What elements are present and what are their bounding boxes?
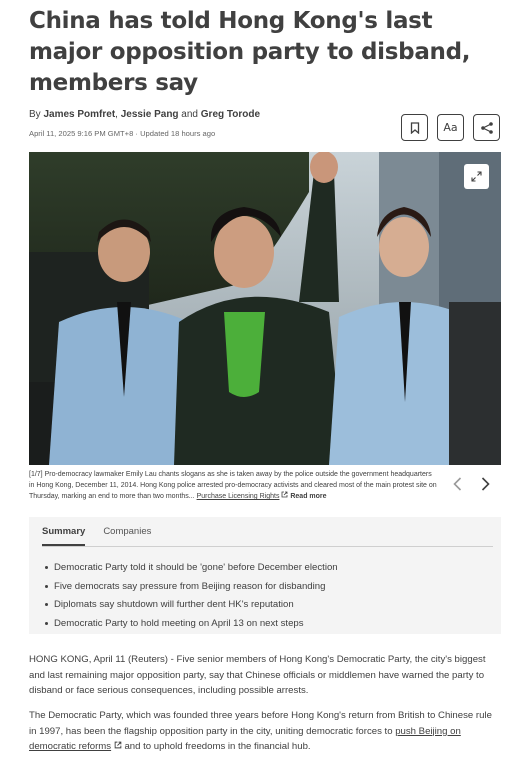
article-paragraph: The Democratic Party, which was founded …: [29, 710, 492, 753]
share-button[interactable]: [473, 114, 500, 141]
protest-photo: [29, 152, 501, 465]
text-size-button[interactable]: Aa: [437, 114, 464, 141]
article-paragraph: HONG KONG, April 11 (Reuters) - Five sen…: [29, 654, 486, 697]
summary-item: Diplomats say shutdown will further dent…: [45, 595, 338, 614]
licensing-link[interactable]: Purchase Licensing Rights: [197, 493, 280, 500]
photo-caption: [1/7] Pro-democracy lawmaker Emily Lau c…: [29, 471, 437, 500]
tab-companies[interactable]: Companies: [103, 526, 151, 546]
expand-button[interactable]: [464, 164, 489, 189]
text-size-label: Aa: [443, 121, 458, 134]
author-link[interactable]: James Pomfret: [43, 109, 115, 120]
author-link[interactable]: Jessie Pang: [121, 109, 179, 120]
dateline: April 11, 2025 9:16 PM GMT+8 · Updated 1…: [29, 129, 216, 138]
byline: By James Pomfret, Jessie Pang and Greg T…: [29, 109, 261, 120]
article-photo[interactable]: [29, 152, 501, 465]
bookmark-icon: [410, 121, 419, 134]
read-more-link[interactable]: Read more: [290, 493, 326, 500]
previous-photo-button[interactable]: [448, 475, 466, 493]
chevron-left-icon: [452, 477, 461, 491]
chevron-right-icon: [481, 477, 490, 491]
summary-tabs: Summary Companies: [42, 526, 151, 546]
summary-item: Democratic Party to hold meeting on Apri…: [45, 614, 338, 633]
external-link-icon: [282, 491, 288, 498]
summary-item: Five democrats say pressure from Beijing…: [45, 577, 338, 596]
tab-summary[interactable]: Summary: [42, 526, 86, 546]
author-link[interactable]: Greg Torode: [201, 109, 260, 120]
next-photo-button[interactable]: [476, 475, 494, 493]
bookmark-button[interactable]: [401, 114, 428, 141]
summary-item: Democratic Party told it should be 'gone…: [45, 558, 338, 577]
summary-list: Democratic Party told it should be 'gone…: [45, 558, 338, 633]
tabs-divider: [42, 546, 493, 547]
headline: China has told Hong Kong's last major op…: [29, 8, 471, 96]
external-link-icon: [114, 742, 122, 749]
share-icon: [480, 121, 493, 134]
summary-panel: Summary Companies Democratic Party told …: [29, 517, 501, 634]
expand-icon: [471, 171, 482, 182]
